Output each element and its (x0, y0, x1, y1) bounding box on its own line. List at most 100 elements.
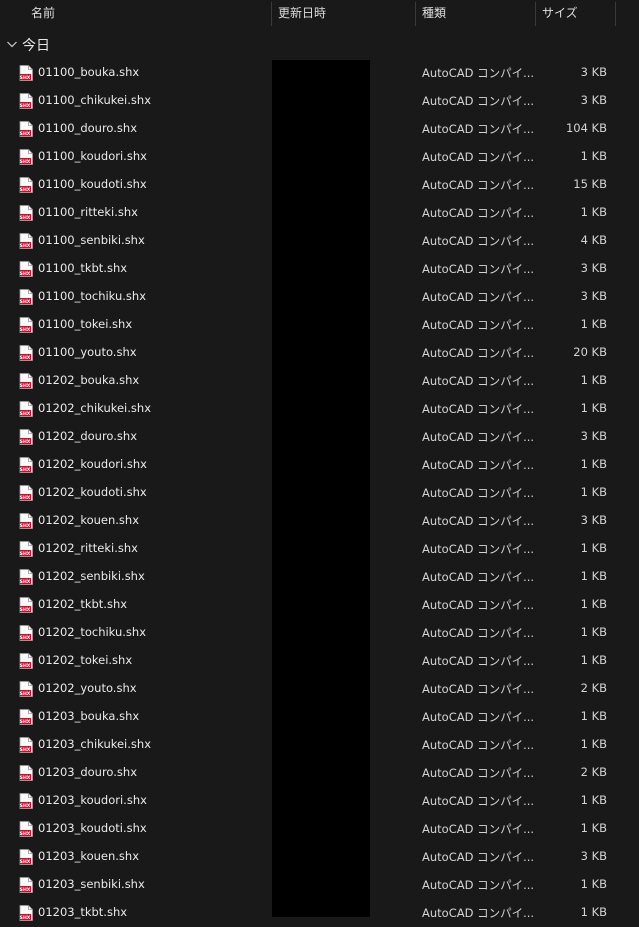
file-name[interactable]: 01202_youto.shx (38, 681, 137, 695)
file-name[interactable]: 01203_kouen.shx (38, 849, 139, 863)
file-name[interactable]: 01100_tokei.shx (38, 317, 132, 331)
file-name[interactable]: 01203_koudori.shx (38, 793, 147, 807)
file-type: AutoCAD コンパイ... (422, 206, 535, 220)
file-name[interactable]: 01100_koudoti.shx (38, 177, 147, 191)
file-name[interactable]: 01202_koudoti.shx (38, 485, 147, 499)
file-type: AutoCAD コンパイ... (422, 290, 535, 304)
file-name[interactable]: 01202_koudori.shx (38, 457, 147, 471)
shx-file-icon: SHX (19, 429, 33, 445)
svg-text:SHX: SHX (20, 187, 31, 193)
file-type: AutoCAD コンパイ... (422, 514, 535, 528)
file-type: AutoCAD コンパイ... (422, 682, 535, 696)
svg-text:SHX: SHX (20, 103, 31, 109)
file-name[interactable]: 01100_senbiki.shx (38, 233, 145, 247)
shx-file-icon: SHX (19, 233, 33, 249)
column-header-type[interactable]: 種類 (415, 0, 535, 28)
file-size: 3 KB (580, 513, 607, 527)
shx-file-icon: SHX (19, 401, 33, 417)
shx-file-icon: SHX (19, 569, 33, 585)
svg-text:SHX: SHX (20, 635, 31, 641)
svg-text:SHX: SHX (20, 495, 31, 501)
file-type: AutoCAD コンパイ... (422, 710, 535, 724)
file-type: AutoCAD コンパイ... (422, 906, 535, 920)
file-name[interactable]: 01202_tokei.shx (38, 653, 132, 667)
file-name[interactable]: 01100_douro.shx (38, 121, 137, 135)
shx-file-icon: SHX (19, 849, 33, 865)
file-type: AutoCAD コンパイ... (422, 570, 535, 584)
svg-text:SHX: SHX (20, 159, 31, 165)
group-header-today[interactable]: 今日 (0, 32, 639, 58)
file-size: 1 KB (580, 317, 607, 331)
file-size: 1 KB (580, 149, 607, 163)
file-name[interactable]: 01203_senbiki.shx (38, 877, 145, 891)
file-name[interactable]: 01100_tkbt.shx (38, 261, 127, 275)
file-name[interactable]: 01202_chikukei.shx (38, 401, 151, 415)
svg-text:SHX: SHX (20, 439, 31, 445)
file-name[interactable]: 01203_chikukei.shx (38, 737, 151, 751)
file-name[interactable]: 01202_kouen.shx (38, 513, 139, 527)
file-size: 1 KB (580, 205, 607, 219)
shx-file-icon: SHX (19, 205, 33, 221)
sort-ascending-icon: ^ (471, 0, 479, 2)
file-size: 4 KB (580, 233, 607, 247)
shx-file-icon: SHX (19, 681, 33, 697)
shx-file-icon: SHX (19, 261, 33, 277)
file-name[interactable]: 01202_senbiki.shx (38, 569, 145, 583)
shx-file-icon: SHX (19, 877, 33, 893)
svg-text:SHX: SHX (20, 887, 31, 893)
file-type: AutoCAD コンパイ... (422, 766, 535, 780)
shx-file-icon: SHX (19, 457, 33, 473)
shx-file-icon: SHX (19, 65, 33, 81)
file-type: AutoCAD コンパイ... (422, 262, 535, 276)
file-size: 1 KB (580, 653, 607, 667)
file-size: 1 KB (580, 877, 607, 891)
svg-text:SHX: SHX (20, 663, 31, 669)
file-type: AutoCAD コンパイ... (422, 374, 535, 388)
file-name[interactable]: 01202_tkbt.shx (38, 597, 127, 611)
file-name[interactable]: 01100_ritteki.shx (38, 205, 138, 219)
file-size: 3 KB (580, 429, 607, 443)
file-type: AutoCAD コンパイ... (422, 66, 535, 80)
file-size: 1 KB (580, 457, 607, 471)
file-size: 1 KB (580, 821, 607, 835)
file-type: AutoCAD コンパイ... (422, 598, 535, 612)
file-name[interactable]: 01100_chikukei.shx (38, 93, 151, 107)
svg-text:SHX: SHX (20, 719, 31, 725)
column-header-size[interactable]: サイズ (535, 0, 615, 28)
file-type: AutoCAD コンパイ... (422, 458, 535, 472)
file-name[interactable]: 01100_koudori.shx (38, 149, 147, 163)
shx-file-icon: SHX (19, 821, 33, 837)
file-size: 1 KB (580, 737, 607, 751)
file-name[interactable]: 01202_ritteki.shx (38, 541, 138, 555)
file-name[interactable]: 01203_douro.shx (38, 765, 137, 779)
file-size: 2 KB (580, 681, 607, 695)
file-size: 3 KB (580, 93, 607, 107)
shx-file-icon: SHX (19, 709, 33, 725)
file-name[interactable]: 01202_douro.shx (38, 429, 137, 443)
column-divider[interactable] (615, 2, 616, 26)
file-name[interactable]: 01202_bouka.shx (38, 373, 139, 387)
chevron-down-icon[interactable] (6, 38, 18, 50)
file-name[interactable]: 01100_youto.shx (38, 345, 137, 359)
column-header-name[interactable]: 名前 (24, 0, 270, 28)
file-name[interactable]: 01100_tochiku.shx (38, 289, 146, 303)
shx-file-icon: SHX (19, 373, 33, 389)
file-name[interactable]: 01100_bouka.shx (38, 65, 139, 79)
file-name[interactable]: 01203_bouka.shx (38, 709, 139, 723)
column-header-bar: 名前 更新日時 種類 ^ サイズ (0, 0, 639, 28)
file-size: 3 KB (580, 65, 607, 79)
file-type: AutoCAD コンパイ... (422, 346, 535, 360)
file-name[interactable]: 01203_koudoti.shx (38, 821, 147, 835)
svg-text:SHX: SHX (20, 607, 31, 613)
file-type: AutoCAD コンパイ... (422, 430, 535, 444)
svg-text:SHX: SHX (20, 747, 31, 753)
svg-text:SHX: SHX (20, 467, 31, 473)
file-type: AutoCAD コンパイ... (422, 122, 535, 136)
svg-text:SHX: SHX (20, 271, 31, 277)
file-size: 3 KB (580, 261, 607, 275)
file-size: 15 KB (573, 177, 607, 191)
file-name[interactable]: 01202_tochiku.shx (38, 625, 146, 639)
svg-text:SHX: SHX (20, 355, 31, 361)
column-header-date[interactable]: 更新日時 (271, 0, 415, 28)
svg-text:SHX: SHX (20, 859, 31, 865)
